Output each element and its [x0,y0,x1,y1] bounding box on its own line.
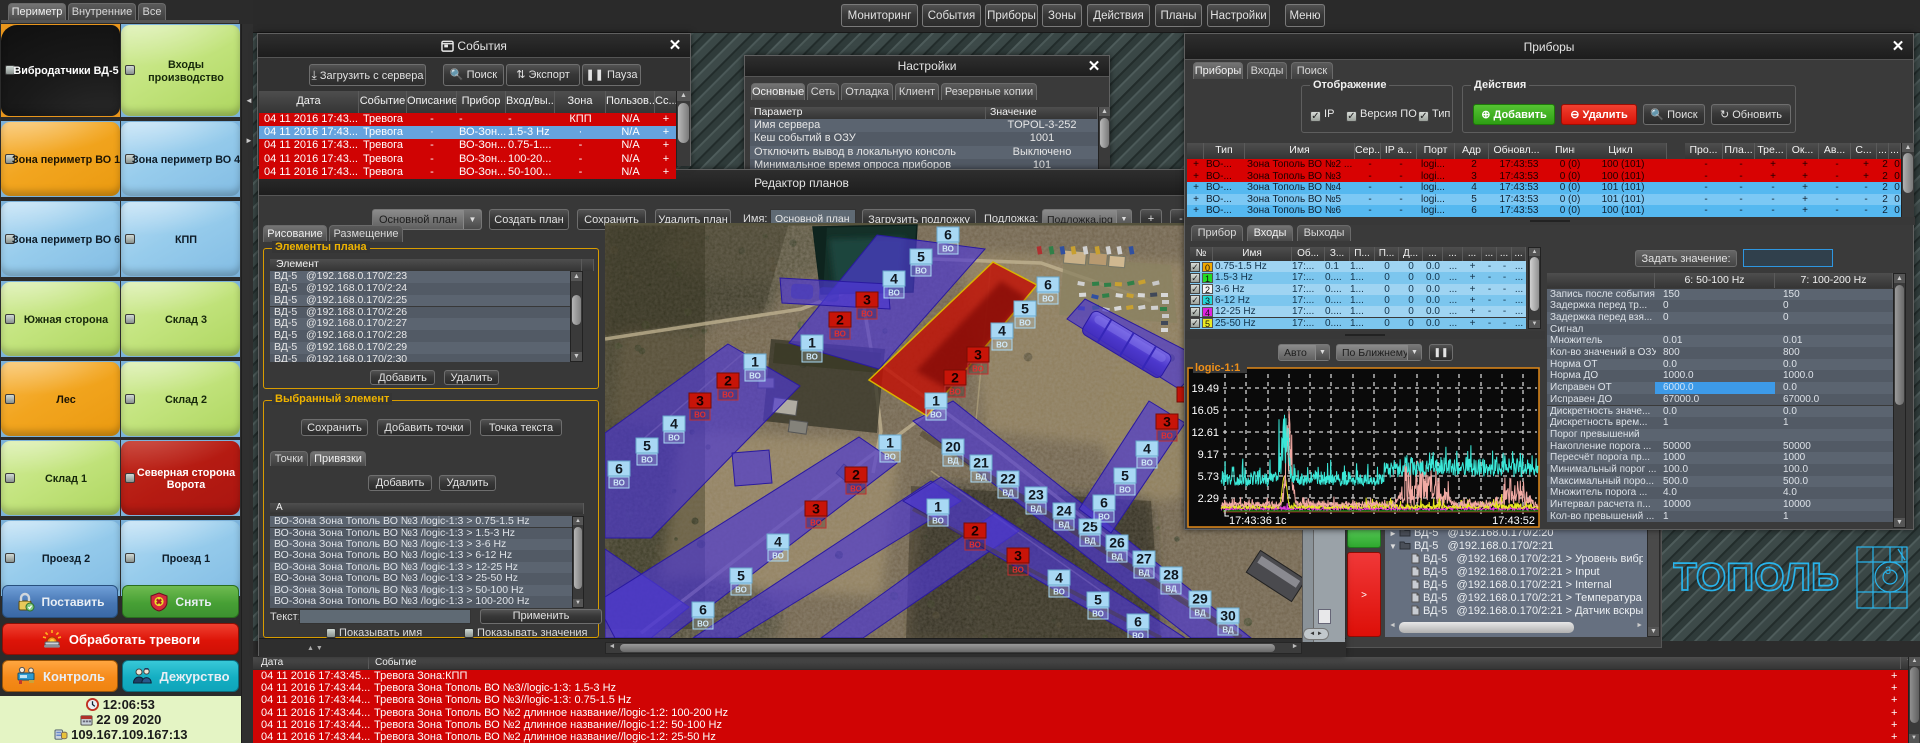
svg-text:ВО: ВО [722,391,734,400]
svg-text:26: 26 [1109,535,1125,551]
svg-text:ВО: ВО [1092,610,1104,619]
svg-text:16.05: 16.05 [1191,405,1219,417]
svg-text:2: 2 [836,312,844,328]
svg-text:ВД: ВД [1002,489,1014,498]
svg-text:5: 5 [1094,592,1102,608]
svg-text:2: 2 [951,370,959,386]
svg-text:ВО: ВО [1042,295,1054,304]
svg-text:4: 4 [1055,570,1063,586]
svg-text:2: 2 [971,523,979,539]
svg-text:9.17: 9.17 [1198,449,1219,461]
svg-text:ВО: ВО [1161,432,1173,441]
svg-text:ВО: ВО [930,411,942,420]
svg-text:5.73: 5.73 [1198,471,1219,483]
svg-text:ВД: ВД [1030,505,1042,514]
svg-text:ВД: ВД [1194,609,1206,618]
svg-text:4: 4 [670,416,678,432]
svg-text:ВО: ВО [834,330,846,339]
svg-text:ВО: ВО [668,434,680,443]
svg-text:ВО: ВО [806,353,818,362]
svg-text:1: 1 [886,435,894,451]
svg-text:ВО: ВО [810,519,822,528]
svg-text:ВО: ВО [996,341,1008,350]
svg-text:29: 29 [1192,591,1208,607]
svg-text:23: 23 [1028,487,1044,503]
svg-text:3: 3 [1014,548,1022,564]
svg-text:5: 5 [1021,301,1029,317]
svg-text:logic-1:1: logic-1:1 [1195,362,1240,374]
svg-text:ВО: ВО [697,620,709,629]
svg-text:ВО: ВО [1098,513,1110,522]
svg-text:6: 6 [1044,277,1052,293]
svg-text:ВО: ВО [949,388,961,397]
svg-text:ВО: ВО [694,411,706,420]
svg-text:ВО: ВО [613,479,625,488]
svg-text:ВД: ВД [1165,585,1177,594]
svg-text:5: 5 [643,438,651,454]
svg-text:ВД: ВД [1111,553,1123,562]
svg-text:ВО: ВО [850,485,862,494]
svg-text:ВО: ВО [969,541,981,550]
svg-text:28: 28 [1163,567,1179,583]
svg-text:ВО: ВО [915,267,927,276]
svg-text:ВО: ВО [888,289,900,298]
svg-text:22: 22 [1000,471,1016,487]
svg-text:1: 1 [751,354,759,370]
svg-text:3: 3 [1885,565,1891,577]
svg-text:17:43:52: 17:43:52 [1492,515,1535,527]
svg-text:30: 30 [1220,608,1236,624]
svg-text:20: 20 [945,439,961,455]
svg-text:4: 4 [998,323,1006,339]
svg-text:1: 1 [934,499,942,515]
svg-text:ВО: ВО [942,245,954,254]
svg-text:ВО: ВО [861,310,873,319]
svg-text:24: 24 [1056,503,1072,519]
svg-text:ВД: ВД [975,473,987,482]
svg-text:6: 6 [1134,614,1142,630]
svg-text:6: 6 [699,602,707,618]
svg-text:21: 21 [973,455,989,471]
svg-text:ВО: ВО [932,517,944,526]
svg-text:ВД: ВД [1058,521,1070,530]
svg-text:3: 3 [696,393,704,409]
svg-text:2: 2 [852,467,860,483]
svg-text:ТОПОЛЬ: ТОПОЛЬ [1673,556,1839,599]
svg-text:1: 1 [808,335,816,351]
svg-text:ВО: ВО [641,456,653,465]
svg-text:2: 2 [724,373,732,389]
svg-text:17:43:36 1с: 17:43:36 1с [1229,515,1287,527]
svg-text:ВО: ВО [735,586,747,595]
svg-text:ВД: ВД [1084,537,1096,546]
svg-text:ВО: ВО [1012,566,1024,575]
svg-text:5: 5 [1121,468,1129,484]
svg-text:4: 4 [774,534,782,550]
svg-text:3: 3 [812,501,820,517]
svg-text:ВД: ВД [947,457,959,466]
svg-text:19.49: 19.49 [1191,383,1219,395]
svg-text:4: 4 [1143,441,1151,457]
svg-text:6: 6 [1100,495,1108,511]
svg-text:3: 3 [863,292,871,308]
svg-text:27: 27 [1136,551,1152,567]
svg-text:ВО: ВО [772,552,784,561]
svg-text:ВД: ВД [1222,626,1234,635]
svg-text:1: 1 [932,393,940,409]
svg-text:3: 3 [1163,414,1171,430]
svg-text:4: 4 [890,271,898,287]
svg-text:6: 6 [615,461,623,477]
svg-text:ВО: ВО [1019,319,1031,328]
svg-text:ВО: ВО [884,453,896,462]
svg-text:12.61: 12.61 [1191,427,1219,439]
svg-text:3: 3 [974,347,982,363]
svg-text:ВО: ВО [972,365,984,374]
svg-text:5: 5 [737,568,745,584]
svg-text:5: 5 [917,249,925,265]
svg-text:2.29: 2.29 [1198,493,1219,505]
svg-text:ВО: ВО [749,372,761,381]
svg-text:ВО: ВО [1053,588,1065,597]
svg-text:ВО: ВО [1119,486,1131,495]
svg-text:ВД: ВД [1138,569,1150,578]
svg-text:6: 6 [944,227,952,243]
svg-text:ВО: ВО [1141,459,1153,468]
